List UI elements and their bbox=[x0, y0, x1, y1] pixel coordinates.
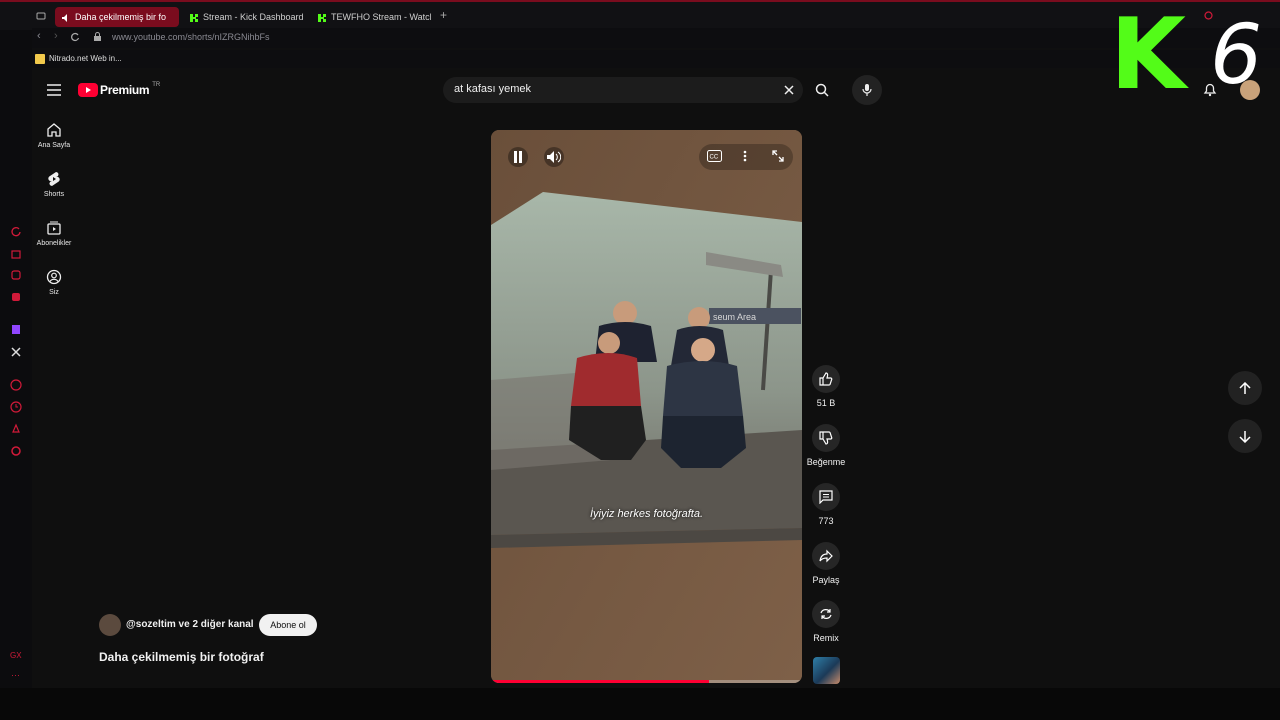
microphone-icon bbox=[862, 84, 872, 96]
pause-icon bbox=[514, 151, 522, 163]
menu-icon[interactable] bbox=[47, 84, 61, 96]
twitch-icon[interactable] bbox=[10, 324, 22, 336]
overlay-number: 6 bbox=[1210, 8, 1263, 103]
address-bar: ‹ › www.youtube.com/shorts/nIZRGNihbFs bbox=[32, 28, 1280, 48]
clock-icon[interactable] bbox=[10, 401, 22, 413]
thumbs-down-icon bbox=[819, 431, 833, 445]
settings-icon[interactable] bbox=[10, 445, 22, 457]
comment-icon bbox=[819, 490, 833, 504]
volume-button[interactable] bbox=[544, 147, 564, 167]
player-icon[interactable] bbox=[10, 379, 22, 391]
tab-menu-icon[interactable] bbox=[36, 11, 46, 21]
search-icon[interactable] bbox=[815, 83, 829, 97]
channel-name[interactable]: @sozeltim ve 2 diğer kanal bbox=[126, 619, 254, 630]
more-icon[interactable]: ··· bbox=[11, 670, 20, 680]
forward-icon[interactable]: › bbox=[54, 30, 58, 42]
share-button[interactable]: Paylaş bbox=[810, 542, 842, 585]
bag-icon[interactable] bbox=[10, 247, 22, 259]
next-short-button[interactable] bbox=[1228, 419, 1262, 453]
tab-bar: Daha çekilmemiş bir fo Stream - Kick Das… bbox=[0, 0, 1280, 30]
gx-icon[interactable]: GX bbox=[10, 651, 22, 660]
arrow-up-icon bbox=[1239, 381, 1251, 394]
folder-icon bbox=[35, 54, 45, 64]
nav-you[interactable]: Siz bbox=[32, 269, 76, 296]
url-field[interactable]: www.youtube.com/shorts/nIZRGNihbFs bbox=[112, 32, 270, 42]
user-icon bbox=[46, 269, 62, 285]
nav-subscriptions[interactable]: Abonelikler bbox=[32, 220, 76, 247]
remix-button[interactable]: Remix bbox=[810, 600, 842, 643]
svg-text:CC: CC bbox=[710, 155, 719, 161]
thumbs-up-icon bbox=[819, 372, 833, 386]
like-button[interactable]: 51 B bbox=[810, 365, 842, 408]
voice-search-button[interactable] bbox=[852, 75, 882, 105]
arrow-down-icon bbox=[1239, 430, 1251, 443]
clear-search-icon[interactable] bbox=[784, 85, 794, 95]
kick-icon bbox=[318, 13, 326, 22]
refresh-icon[interactable] bbox=[10, 225, 22, 237]
bottom-bar bbox=[0, 688, 1280, 720]
extensions-icon[interactable] bbox=[10, 423, 22, 435]
sound-thumbnail[interactable] bbox=[813, 657, 840, 684]
volume-icon bbox=[547, 151, 561, 163]
comments-button[interactable]: 773 bbox=[810, 483, 842, 526]
subscriptions-icon bbox=[47, 221, 61, 235]
nav-home[interactable]: Ana Sayfa bbox=[32, 122, 76, 149]
tab-youtube[interactable]: Daha çekilmemiş bir fo bbox=[55, 7, 179, 27]
search-input[interactable]: at kafası yemek bbox=[443, 77, 803, 103]
home-icon bbox=[47, 123, 61, 137]
browser-sidebar: GX ··· bbox=[0, 0, 32, 720]
video-caption: İyiyiz herkes fotoğrafta. bbox=[589, 508, 704, 520]
nav-shorts[interactable]: Shorts bbox=[32, 171, 76, 198]
sign-text: seum Area bbox=[713, 312, 756, 322]
youtube-play-icon bbox=[78, 83, 98, 97]
previous-short-button[interactable] bbox=[1228, 371, 1262, 405]
bookmark-nitrado[interactable]: Nitrado.net Web in... bbox=[49, 54, 122, 63]
remix-icon bbox=[820, 609, 832, 619]
tab-kick-dashboard[interactable]: Stream - Kick Dashboard bbox=[183, 7, 307, 27]
subscribe-button[interactable]: Abone ol bbox=[259, 614, 317, 636]
layers-icon[interactable] bbox=[10, 269, 22, 281]
kick-icon bbox=[190, 13, 198, 22]
stream-overlay: K 6 bbox=[1110, 0, 1280, 110]
reload-icon[interactable] bbox=[70, 32, 80, 42]
bookmarks-bar: Nitrado.net Web in... bbox=[32, 50, 1280, 68]
youtube-logo[interactable]: Premium TR bbox=[78, 82, 160, 98]
new-tab-button[interactable]: + bbox=[440, 8, 447, 22]
tab-tewfho-stream[interactable]: TEWFHO Stream - Watch bbox=[311, 7, 431, 27]
progress-fill bbox=[491, 680, 709, 683]
more-options-icon[interactable] bbox=[743, 150, 747, 162]
dislike-button[interactable]: Beğenme bbox=[806, 424, 846, 467]
short-title[interactable]: Daha çekilmemiş bir fotoğraf bbox=[99, 650, 264, 664]
captions-icon[interactable]: CC bbox=[707, 150, 722, 162]
fullscreen-icon[interactable] bbox=[772, 150, 784, 162]
video-frame: seum Area bbox=[491, 130, 802, 683]
back-icon[interactable]: ‹ bbox=[37, 30, 41, 42]
short-video-player[interactable]: seum Area CC İyiyiz herkes fotoğrafta. bbox=[491, 130, 802, 683]
channel-avatar[interactable] bbox=[99, 614, 121, 636]
x-icon[interactable] bbox=[10, 346, 22, 358]
progress-bar[interactable] bbox=[491, 680, 802, 683]
shorts-icon bbox=[48, 172, 60, 186]
pause-button[interactable] bbox=[508, 147, 528, 167]
speaker-icon bbox=[62, 13, 67, 22]
overlay-k-logo: K bbox=[1110, 0, 1186, 112]
share-icon bbox=[819, 549, 833, 563]
music-icon[interactable] bbox=[10, 291, 22, 303]
lock-icon bbox=[94, 32, 101, 41]
